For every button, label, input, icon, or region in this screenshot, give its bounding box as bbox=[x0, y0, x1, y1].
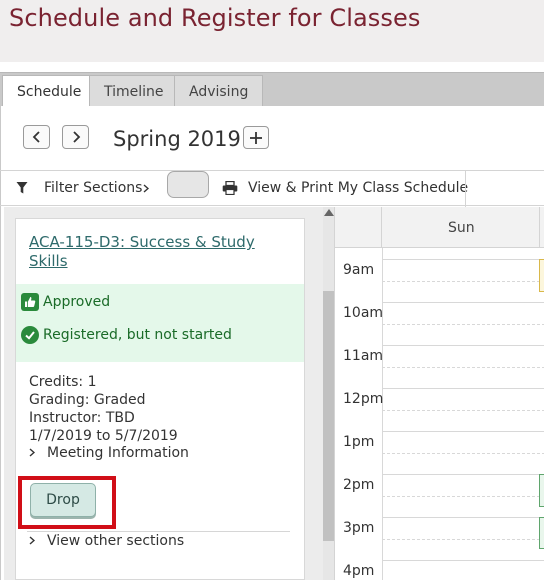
term-name: Spring 2019 bbox=[113, 127, 241, 151]
drop-button-highlight bbox=[18, 476, 116, 529]
grading-text: Grading: Graded bbox=[29, 392, 146, 408]
grid-line bbox=[382, 474, 544, 475]
approved-label: Approved bbox=[43, 294, 111, 310]
add-term-button[interactable] bbox=[243, 126, 269, 149]
divider bbox=[27, 531, 290, 532]
toggle-button[interactable] bbox=[167, 171, 209, 198]
chevron-right-icon bbox=[29, 534, 37, 548]
status-area: Approved Registered, but not started bbox=[16, 284, 304, 362]
approved-status: Approved bbox=[21, 293, 110, 311]
day-label-sun: Sun bbox=[448, 220, 475, 236]
tab-timeline[interactable]: Timeline bbox=[89, 75, 179, 107]
time-gutter-header bbox=[335, 207, 382, 248]
chevron-right-icon bbox=[72, 131, 80, 143]
scroll-up-arrow-icon[interactable] bbox=[324, 209, 334, 216]
toolbar-divider bbox=[465, 171, 466, 207]
next-term-button[interactable] bbox=[62, 125, 89, 149]
title-bar: Schedule and Register for Classes bbox=[0, 0, 544, 62]
grid-line bbox=[382, 345, 544, 346]
course-details: Credits: 1 Grading: Graded Instructor: T… bbox=[29, 373, 178, 445]
chevron-right-icon bbox=[29, 446, 37, 460]
course-title-link[interactable]: ACA-115-D3: Success & Study Skills bbox=[29, 233, 289, 271]
grid-line bbox=[382, 259, 544, 260]
grid-line bbox=[382, 496, 544, 497]
grid-line bbox=[382, 560, 544, 561]
print-schedule-link[interactable]: View & Print My Class Schedule bbox=[248, 180, 468, 196]
grid-line bbox=[382, 410, 544, 411]
calendar-event[interactable] bbox=[539, 517, 544, 549]
calendar-header: Sun bbox=[335, 207, 544, 248]
printer-icon bbox=[222, 181, 238, 195]
registered-status: Registered, but not started bbox=[21, 326, 232, 344]
thumbs-up-icon bbox=[21, 293, 39, 311]
course-card: ACA-115-D3: Success & Study Skills Appro… bbox=[15, 218, 305, 580]
filter-icon bbox=[16, 182, 28, 194]
hour-label: 3pm bbox=[343, 520, 375, 536]
grid-line bbox=[382, 367, 544, 368]
page: Schedule and Register for Classes Schedu… bbox=[0, 0, 544, 580]
view-other-sections-label: View other sections bbox=[47, 533, 185, 549]
calendar: Sun 9am 10am 11am 12pm 1pm 2pm 3pm 4pm bbox=[334, 207, 544, 580]
page-title: Schedule and Register for Classes bbox=[9, 4, 421, 32]
hour-label: 11am bbox=[343, 348, 384, 364]
grid-line bbox=[382, 431, 544, 432]
grid-line bbox=[382, 453, 544, 454]
hour-label: 10am bbox=[343, 305, 384, 321]
time-gutter-line bbox=[382, 248, 383, 580]
dates-text: 1/7/2019 to 5/7/2019 bbox=[29, 428, 178, 444]
hour-label: 9am bbox=[343, 262, 375, 278]
chevron-left-icon bbox=[32, 131, 40, 143]
sections-panel: ACA-115-D3: Success & Study Skills Appro… bbox=[4, 207, 336, 580]
registered-label: Registered, but not started bbox=[43, 327, 232, 343]
plus-icon bbox=[250, 131, 262, 144]
check-circle-icon bbox=[21, 326, 39, 344]
hour-label: 1pm bbox=[343, 434, 375, 450]
hour-label: 4pm bbox=[343, 563, 375, 579]
toolbar: Filter Sections View & Print My Class Sc… bbox=[0, 170, 544, 207]
previous-term-button[interactable] bbox=[23, 125, 50, 149]
grid-line bbox=[382, 539, 544, 540]
instructor-text: Instructor: TBD bbox=[29, 410, 135, 426]
meeting-information-label: Meeting Information bbox=[47, 445, 189, 461]
tab-schedule[interactable]: Schedule bbox=[2, 75, 97, 108]
meeting-information-toggle[interactable]: Meeting Information bbox=[29, 445, 189, 461]
chevron-right-icon bbox=[143, 184, 149, 193]
tab-advising[interactable]: Advising bbox=[174, 75, 264, 107]
day-divider bbox=[539, 207, 540, 248]
calendar-event[interactable] bbox=[539, 474, 544, 507]
hour-label: 2pm bbox=[343, 477, 375, 493]
credits-text: Credits: 1 bbox=[29, 374, 97, 390]
grid-line bbox=[382, 388, 544, 389]
view-other-sections-toggle[interactable]: View other sections bbox=[29, 533, 184, 549]
grid-line bbox=[382, 281, 544, 282]
grid-line bbox=[382, 324, 544, 325]
tab-bar: Schedule Timeline Advising bbox=[0, 72, 544, 108]
grid-line bbox=[382, 517, 544, 518]
term-selector: Spring 2019 bbox=[0, 106, 544, 170]
filter-sections-button[interactable]: Filter Sections bbox=[44, 180, 142, 196]
grid-line bbox=[382, 302, 544, 303]
hour-label: 12pm bbox=[343, 391, 384, 407]
calendar-event[interactable] bbox=[539, 259, 544, 292]
